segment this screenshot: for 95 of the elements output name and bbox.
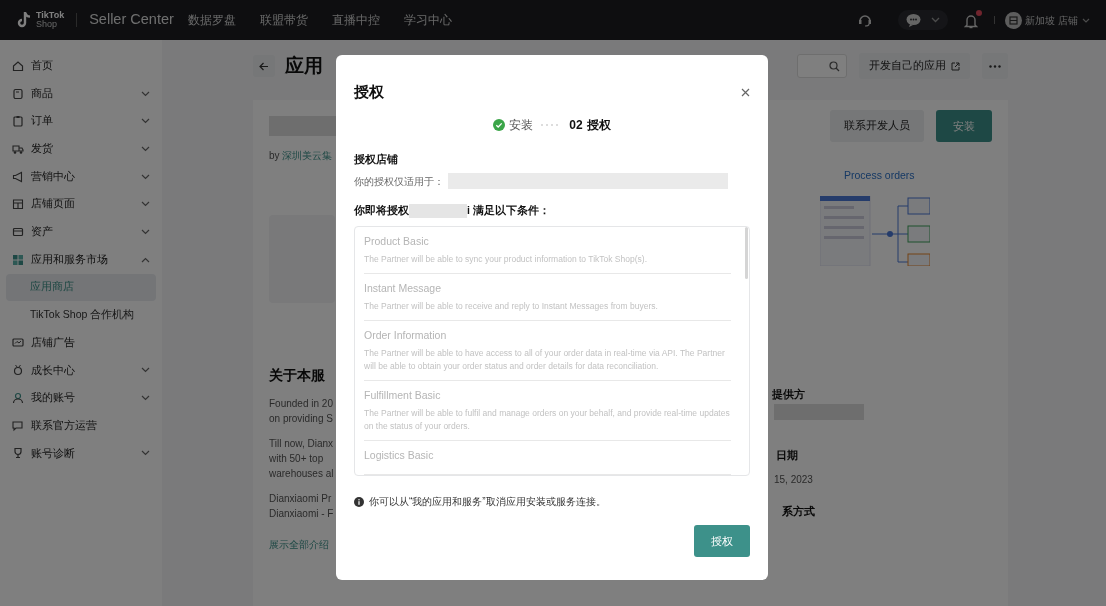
about-text: with 50+ top <box>269 452 325 466</box>
permission-title: Order Information <box>364 327 448 343</box>
section-heading: 授权店铺 <box>354 151 399 167</box>
about-text: Dianxiaomi Pr <box>269 492 333 506</box>
trophy-icon <box>12 447 24 460</box>
sidebar-item[interactable]: 营销中心 <box>0 162 162 191</box>
step-number: 02 <box>569 116 583 134</box>
feature-title: Process orders <box>844 168 916 183</box>
developer-link[interactable]: 深圳美云集 <box>282 150 333 161</box>
chat-icon <box>12 419 24 432</box>
section-heading: 你即将授权 <box>354 203 409 219</box>
nav-link[interactable]: 直播中控 <box>331 11 380 29</box>
sidebar-item[interactable]: 账号诊断 <box>0 439 162 468</box>
grid-icon <box>12 253 24 266</box>
account-name[interactable]: 新加坡 店铺 <box>1025 12 1078 28</box>
chevron-down-icon <box>141 367 150 374</box>
arrow-left-icon <box>259 61 269 71</box>
chevron-down-icon <box>141 201 150 208</box>
logo-text: TikTok <box>36 11 65 20</box>
chevron-down-icon <box>141 450 150 457</box>
chevron-down-icon <box>141 145 150 152</box>
permission-title: Fulfillment Basic <box>364 387 442 403</box>
home-icon <box>12 59 24 72</box>
page-title: 应用 <box>285 53 323 78</box>
bell-icon[interactable] <box>964 12 979 29</box>
search-icon <box>829 60 840 72</box>
permission-title: Instant Message <box>364 280 443 296</box>
shop-text: 你的授权仅适用于： <box>354 174 444 189</box>
sidebar-item[interactable]: 商品 <box>0 79 162 108</box>
sidebar-item[interactable]: 订单 <box>0 107 162 136</box>
about-title: 关于本服 <box>269 366 326 385</box>
sidebar-item[interactable]: 店铺页面 <box>0 190 162 219</box>
chevron-down-icon <box>931 17 941 23</box>
install-button[interactable]: 安装 <box>936 110 992 142</box>
tiktok-logo-icon <box>16 11 32 29</box>
nav-link[interactable]: 数据罗盘 <box>187 11 236 29</box>
sidebar-item[interactable]: 发货 <box>0 135 162 163</box>
monitor-icon <box>12 336 24 349</box>
chevron-down-icon <box>141 173 150 180</box>
info-icon <box>354 496 364 507</box>
sidebar-item[interactable]: 成长中心 <box>0 356 162 385</box>
sidebar-subitem[interactable]: TikTok Shop 合作机构 <box>6 301 156 329</box>
about-text: on providing S <box>269 412 334 426</box>
provider-title: 提供方 <box>772 386 806 402</box>
headset-icon[interactable] <box>858 13 873 27</box>
date-title: 日期 <box>776 448 799 464</box>
more-button[interactable] <box>982 53 1008 79</box>
sidebar-item[interactable]: 应用和服务市场 <box>0 245 162 274</box>
authorize-button[interactable]: 授权 <box>694 525 750 557</box>
truck-icon <box>12 142 24 155</box>
sidebar-item[interactable]: 联系官方运营 <box>0 411 162 440</box>
date-text: 15, 2023 <box>774 472 814 487</box>
chevron-down-icon <box>141 228 150 235</box>
product-name: Seller Center <box>89 10 174 30</box>
about-text: warehouses al <box>269 467 335 481</box>
search-field[interactable] <box>797 54 847 78</box>
permission-title: Logistics Basic <box>364 448 435 464</box>
step-label: 安装 <box>509 116 534 134</box>
chevron-down-icon <box>141 90 150 97</box>
megaphone-icon <box>12 170 24 183</box>
contact-title: 系方式 <box>782 503 816 519</box>
contact-developer-button[interactable]: 联系开发人员 <box>830 110 924 142</box>
section-heading: i 满足以下条件： <box>467 203 550 219</box>
dialog-title: 授权 <box>354 82 384 102</box>
store-icon <box>12 198 24 211</box>
more-icon <box>989 64 1001 68</box>
sidebar-item[interactable]: 资产 <box>0 218 162 246</box>
chevron-down-icon[interactable] <box>1082 17 1090 23</box>
chevron-up-icon <box>141 256 150 263</box>
back-button[interactable] <box>253 55 275 77</box>
chevron-down-icon <box>141 118 150 125</box>
redaction-block <box>409 204 467 219</box>
user-icon <box>12 392 24 405</box>
about-text: Founded in 20 <box>269 397 334 411</box>
nav-link[interactable]: 学习中心 <box>403 11 452 29</box>
avatar-icon[interactable] <box>1005 11 1023 29</box>
about-text: Till now, Dianx <box>269 437 335 451</box>
sidebar-item[interactable]: 我的账号 <box>0 384 162 412</box>
external-link-icon <box>951 61 960 71</box>
step-label: 授权 <box>586 116 611 134</box>
chat-icon <box>906 13 922 27</box>
logo-text: Shop <box>36 20 59 29</box>
close-button[interactable] <box>741 87 750 97</box>
permission-title: Product Basic <box>364 234 430 249</box>
nav-link[interactable]: 联盟带货 <box>259 11 308 29</box>
wallet-icon <box>12 225 24 238</box>
sidebar-item[interactable]: 店铺广告 <box>0 328 162 357</box>
chevron-down-icon <box>141 395 150 402</box>
about-text: Dianxiaomi - F <box>269 507 335 521</box>
note-text: 你可以从“我的应用和服务”取消应用安装或服务连接。 <box>369 495 606 509</box>
clipboard-icon <box>12 115 24 128</box>
close-icon <box>741 87 750 97</box>
sidebar-item[interactable]: 首页 <box>0 52 162 80</box>
develop-app-button[interactable]: 开发自己的应用 <box>859 53 970 79</box>
chat-dropdown[interactable] <box>898 10 949 30</box>
